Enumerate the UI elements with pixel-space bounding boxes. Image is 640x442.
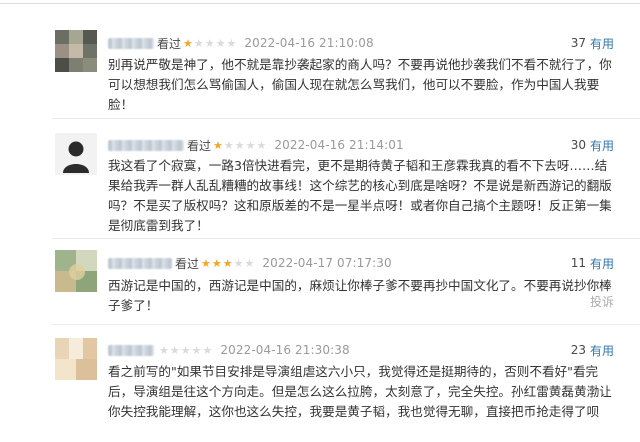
star-empty-icon: ★ xyxy=(244,256,255,270)
star-empty-icon: ★ xyxy=(245,138,256,152)
star-empty-icon: ★ xyxy=(202,343,213,357)
report-button[interactable]: 投诉 xyxy=(590,293,614,310)
avatar[interactable] xyxy=(55,133,97,175)
review-divider xyxy=(52,238,640,239)
watch-status: 看过 xyxy=(157,36,182,51)
vote-count: 23 xyxy=(570,343,586,357)
useful-button[interactable]: 有用 xyxy=(590,35,614,52)
review-date: 2022-04-16 21:30:38 xyxy=(220,343,350,357)
useful-button[interactable]: 有用 xyxy=(590,137,614,154)
avatar[interactable] xyxy=(55,338,97,380)
star-empty-icon: ★ xyxy=(256,138,267,152)
star-filled-icon: ★ xyxy=(213,138,223,152)
star-filled-icon: ★ xyxy=(183,36,193,50)
review-divider xyxy=(52,118,640,119)
star-filled-icon: ★ xyxy=(222,256,233,270)
review-content: 看之前写的"如果节目安排是导演组虐这六小只，我觉得还是挺期待的，否则不看好"看完… xyxy=(108,364,612,419)
review-divider xyxy=(52,324,640,325)
vote-count: 37 xyxy=(570,36,586,50)
star-empty-icon: ★ xyxy=(234,138,245,152)
review-date: 2022-04-16 21:10:08 xyxy=(244,36,374,50)
star-empty-icon: ★ xyxy=(193,36,204,50)
avatar[interactable] xyxy=(55,250,97,292)
vote-count: 30 xyxy=(570,138,586,152)
username[interactable] xyxy=(108,344,154,356)
star-empty-icon: ★ xyxy=(191,343,202,357)
rating-stars: ★ ★ ★ ★ ★ xyxy=(183,38,236,49)
useful-button[interactable]: 有用 xyxy=(590,255,614,272)
star-filled-icon: ★ xyxy=(201,256,211,270)
star-empty-icon: ★ xyxy=(226,36,237,50)
star-empty-icon: ★ xyxy=(204,36,215,50)
star-empty-icon: ★ xyxy=(233,256,244,270)
top-divider xyxy=(0,3,640,4)
username[interactable] xyxy=(108,139,184,151)
username[interactable] xyxy=(108,37,154,49)
star-filled-icon: ★ xyxy=(211,256,222,270)
star-empty-icon: ★ xyxy=(223,138,234,152)
review-content: 别再说严敬是神了，他不就是靠抄袭起家的商人吗？不要再说他抄袭我们不看不就行了，你… xyxy=(108,57,612,112)
review-date: 2022-04-17 07:17:30 xyxy=(262,256,392,270)
review-content: 西游记是中国的，西游记是中国的，麻烦让你棒子爹不要再抄中国文化了。不要再说抄你棒… xyxy=(108,278,612,313)
avatar[interactable] xyxy=(55,30,97,72)
star-empty-icon: ★ xyxy=(159,343,169,357)
rating-stars: ★ ★ ★ ★ ★ xyxy=(213,140,266,151)
rating-stars: ★ ★ ★ ★ ★ xyxy=(159,345,212,356)
watch-status: 看过 xyxy=(175,256,200,271)
star-empty-icon: ★ xyxy=(180,343,191,357)
vote-count: 11 xyxy=(570,256,586,270)
review-content: 我这看了个寂寞，一路3倍快进看完，更不是期待黄子韬和王彦霖我真的看不下去呀……结… xyxy=(108,158,612,233)
watch-status: 看过 xyxy=(187,138,212,153)
username[interactable] xyxy=(108,257,172,269)
useful-button[interactable]: 有用 xyxy=(590,342,614,359)
rating-stars: ★ ★ ★ ★ ★ xyxy=(201,258,254,269)
star-empty-icon: ★ xyxy=(215,36,226,50)
star-empty-icon: ★ xyxy=(169,343,180,357)
review-date: 2022-04-16 21:14:01 xyxy=(274,138,404,152)
